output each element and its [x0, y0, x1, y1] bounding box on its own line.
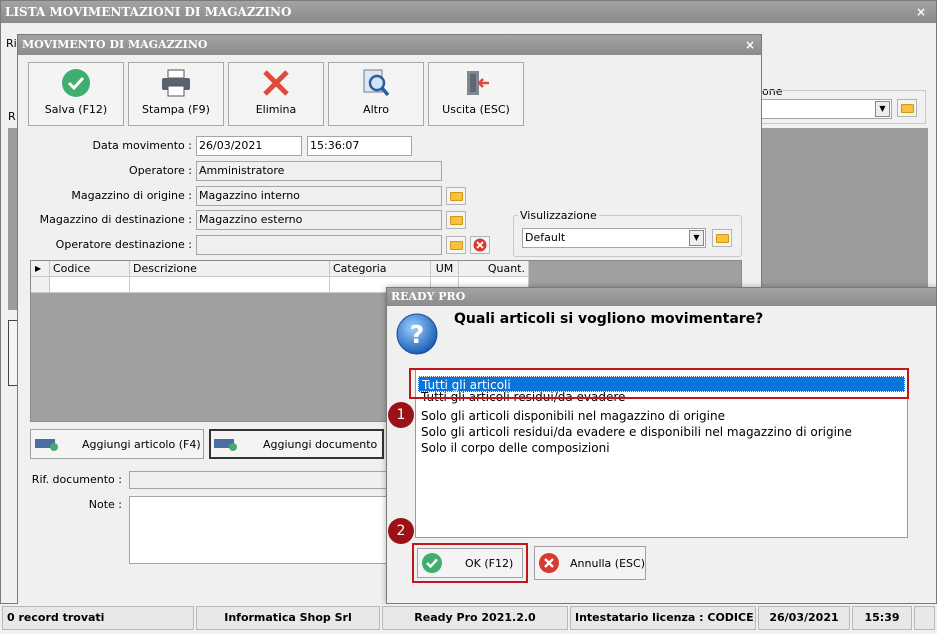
column-header[interactable]: Descrizione — [130, 261, 330, 277]
clear-icon[interactable] — [470, 236, 490, 254]
movimento-titlebar: MOVIMENTO DI MAGAZZINO × — [18, 35, 761, 55]
status-records: 0 record trovati — [2, 606, 194, 630]
operatore-destinazione-label: Operatore destinazione : — [55, 238, 192, 251]
status-time: 15:39 — [852, 606, 912, 630]
chevron-down-icon[interactable]: ▼ — [875, 101, 890, 117]
print-button-label: Stampa (F9) — [142, 103, 210, 116]
main-close-icon[interactable]: × — [916, 1, 926, 23]
folder-icon[interactable] — [712, 229, 732, 247]
main-window-titlebar: LISTA MOVIMENTAZIONI DI MAGAZZINO × — [1, 1, 936, 23]
grid-cell[interactable] — [50, 277, 130, 293]
visualizzazione-label: Visulizzazione — [518, 209, 599, 222]
column-header[interactable]: Quant. — [459, 261, 529, 277]
svg-text:?: ? — [410, 320, 425, 349]
rif-documento-label: Rif. documento : — [31, 473, 122, 486]
highlight-box-ok — [412, 543, 528, 583]
origine-label: Magazzino di origine : — [71, 189, 192, 202]
column-header[interactable]: Codice — [50, 261, 130, 277]
list-item[interactable]: Solo il corpo delle composizioni — [418, 440, 907, 456]
column-header[interactable]: Categoria — [330, 261, 431, 277]
add-item-icon — [35, 439, 58, 451]
row-indicator-header: ▶ — [31, 261, 50, 277]
visualizzazione-value: Default — [525, 231, 566, 244]
row-indicator — [31, 277, 50, 293]
operatore-destinazione-field — [196, 235, 442, 255]
delete-x-icon — [263, 70, 289, 96]
step-badge-2: 2 — [388, 518, 414, 544]
operatore-field: Amministratore — [196, 161, 442, 181]
list-item[interactable]: Solo gli articoli residui/da evadere e d… — [418, 424, 907, 440]
status-date: 26/03/2021 — [758, 606, 850, 630]
add-document-button[interactable]: Aggiungi documento — [209, 429, 384, 459]
main-window-title: LISTA MOVIMENTAZIONI DI MAGAZZINO — [5, 5, 292, 19]
origine-field: Magazzino interno — [196, 186, 442, 206]
movimento-close-icon[interactable]: × — [745, 35, 755, 55]
status-version: Ready Pro 2021.2.0 — [382, 606, 568, 630]
ready-pro-titlebar: READY PRO — [387, 288, 936, 306]
status-end — [914, 606, 935, 630]
check-icon — [62, 69, 90, 97]
highlight-box-options — [409, 368, 909, 399]
cancel-label: Annulla (ESC) — [570, 556, 645, 570]
main-partial-label: Ri — [6, 37, 17, 50]
visualizzazione-select[interactable]: Default ▼ — [522, 228, 706, 248]
exit-button-label: Uscita (ESC) — [442, 103, 510, 116]
delete-button[interactable]: Elimina — [228, 62, 324, 126]
cancel-icon — [539, 553, 559, 573]
status-license: Intestatario licenza : CODICE SRL — [570, 606, 756, 630]
folder-icon[interactable] — [446, 236, 466, 254]
add-article-label: Aggiungi articolo (F4) — [82, 437, 201, 451]
ora-movimento-input[interactable]: 15:36:07 — [307, 136, 412, 156]
magnifier-icon — [363, 69, 390, 97]
more-button-label: Altro — [363, 103, 389, 116]
list-item[interactable]: Solo gli articoli disponibili nel magazz… — [418, 408, 907, 424]
question-text: Quali articoli si vogliono movimentare? — [454, 311, 764, 327]
exit-button[interactable]: Uscita (ESC) — [428, 62, 524, 126]
printer-icon — [162, 69, 190, 97]
main-partial-label: R — [8, 110, 16, 123]
save-button-label: Salva (F12) — [44, 103, 108, 116]
note-label: Note : — [88, 498, 122, 511]
main-combo[interactable]: ▼ — [760, 99, 892, 119]
folder-icon[interactable] — [446, 187, 466, 205]
column-header[interactable]: UM — [431, 261, 459, 277]
ready-pro-title: READY PRO — [391, 290, 466, 303]
delete-button-label: Elimina — [255, 103, 297, 116]
folder-icon[interactable] — [446, 211, 466, 229]
grid-cell[interactable] — [130, 277, 330, 293]
note-textarea[interactable] — [129, 496, 389, 564]
add-item-icon — [214, 439, 237, 451]
destinazione-field: Magazzino esterno — [196, 210, 442, 230]
destinazione-label: Magazzino di destinazione : — [39, 213, 192, 226]
exit-door-icon — [467, 71, 489, 95]
more-button[interactable]: Altro — [328, 62, 424, 126]
save-button[interactable]: Salva (F12) — [28, 62, 124, 126]
add-document-label: Aggiungi documento — [263, 437, 378, 451]
operatore-label: Operatore : — [129, 164, 192, 177]
print-button[interactable]: Stampa (F9) — [128, 62, 224, 126]
add-article-button[interactable]: Aggiungi articolo (F4) — [30, 429, 204, 459]
question-icon: ? — [396, 313, 438, 355]
data-movimento-input[interactable]: 26/03/2021 — [196, 136, 302, 156]
chevron-down-icon[interactable]: ▼ — [689, 230, 704, 246]
rif-documento-field — [129, 471, 389, 489]
status-company: Informatica Shop Srl — [196, 606, 380, 630]
data-movimento-label: Data movimento : — [92, 139, 192, 152]
movimento-title: MOVIMENTO DI MAGAZZINO — [22, 38, 208, 51]
folder-icon[interactable] — [897, 99, 917, 117]
step-badge-1: 1 — [388, 402, 414, 428]
cancel-button[interactable]: Annulla (ESC) — [534, 546, 646, 580]
